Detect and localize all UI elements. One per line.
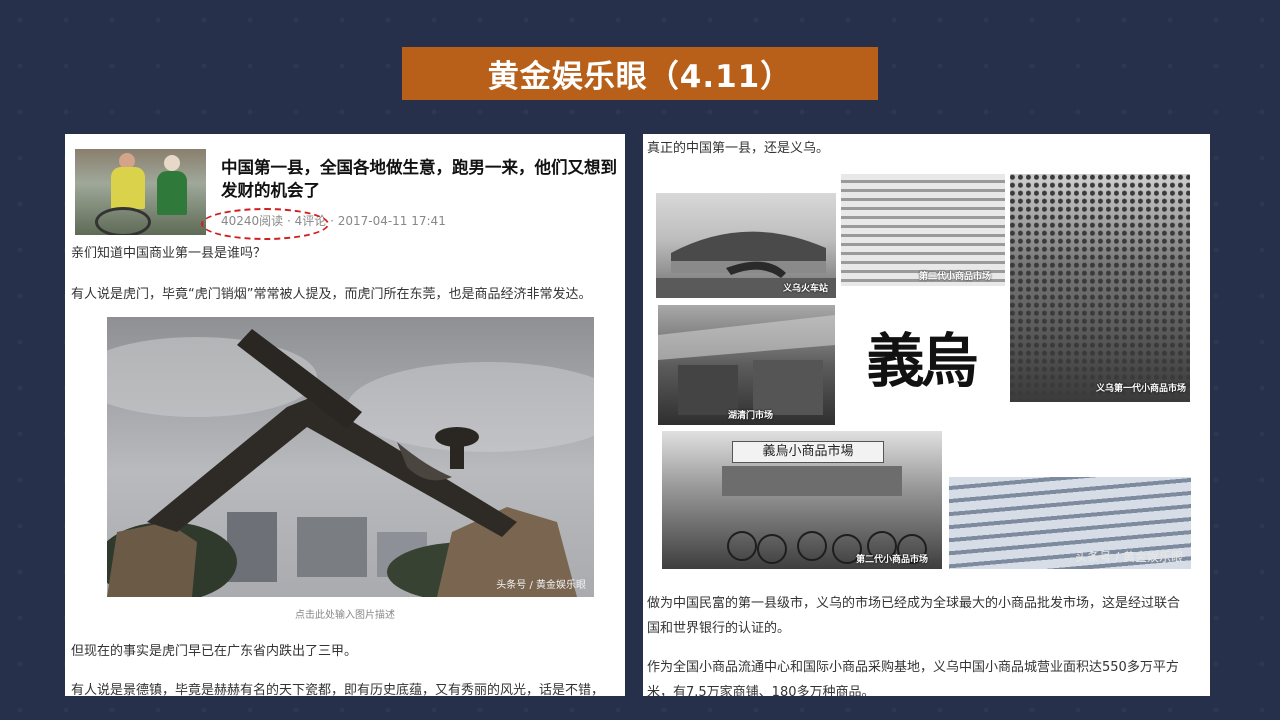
calligraphy-yiwu: 義烏 — [839, 294, 1002, 417]
article-title: 中国第一县，全国各地做生意，跑男一来，他们又想到 发财的机会了 — [221, 158, 617, 200]
photo-train-station: 义乌火车站 — [656, 193, 836, 298]
image-caption: 点击此处输入图片描述 — [295, 610, 395, 621]
paragraph: 国和世界银行的认证的。 — [647, 621, 791, 636]
paragraph: 亲们知道中国商业第一县是谁吗？ — [71, 246, 267, 261]
paragraph: 作为全国小商品流通中心和国际小商品采购基地，义乌中国小商品城营业面积达550多万… — [647, 660, 1179, 675]
paragraph: 米，有7.5万家商铺、180多万种商品。 — [647, 685, 875, 696]
photo-second-gen-market: 第二代小商品市场 — [841, 174, 1005, 286]
paragraph: 但现在的事实是虎门早已在广东省内跌出了三甲。 — [71, 644, 358, 659]
image-watermark: 头条号 / 黄金娱乐眼 — [496, 580, 586, 591]
sculpture-photo: 头条号 / 黄金娱乐眼 — [107, 317, 594, 597]
article-thumbnail — [75, 149, 206, 235]
photo-market-sign: 義烏小商品市場 第二代小商品市场 — [662, 431, 942, 569]
right-article-screenshot: 真正的中国第一县，还是义乌。 义乌火车站 第二代小商品市场 义乌第一代小商品市场 — [643, 134, 1210, 696]
paragraph: 有人说是景德镇，毕竟是赫赫有名的天下瓷都，即有历史底蕴，又有秀丽的风光，话是不错… — [71, 683, 605, 696]
photo-huqingmen-market: 湖清门市场 — [658, 305, 835, 425]
highlight-ellipse — [201, 208, 329, 240]
paragraph: 做为中国民富的第一县级市，义乌的市场已经成为全球最大的小商品批发市场，这是经过联… — [647, 596, 1181, 611]
intro-text: 真正的中国第一县，还是义乌。 — [647, 141, 830, 156]
photo-first-gen-market: 义乌第一代小商品市场 — [1010, 174, 1190, 402]
collage-watermark: 头条号 / 黄金娱乐眼 — [1075, 550, 1183, 564]
yiwu-photo-collage: 义乌火车站 第二代小商品市场 义乌第一代小商品市场 湖清门市场 義烏 義烏小商品… — [655, 171, 1193, 573]
left-article-screenshot: 中国第一县，全国各地做生意，跑男一来，他们又想到 发财的机会了 40240阅读 … — [65, 134, 625, 696]
paragraph: 有人说是虎门，毕竟“虎门销烟”常常被人提及，而虎门所在东莞，也是商品经济非常发达… — [71, 287, 592, 302]
slide-title: 黄金娱乐眼（4.11） — [402, 47, 878, 100]
photo-modern-market-roofs: 头条号 / 黄金娱乐眼 — [949, 427, 1191, 569]
